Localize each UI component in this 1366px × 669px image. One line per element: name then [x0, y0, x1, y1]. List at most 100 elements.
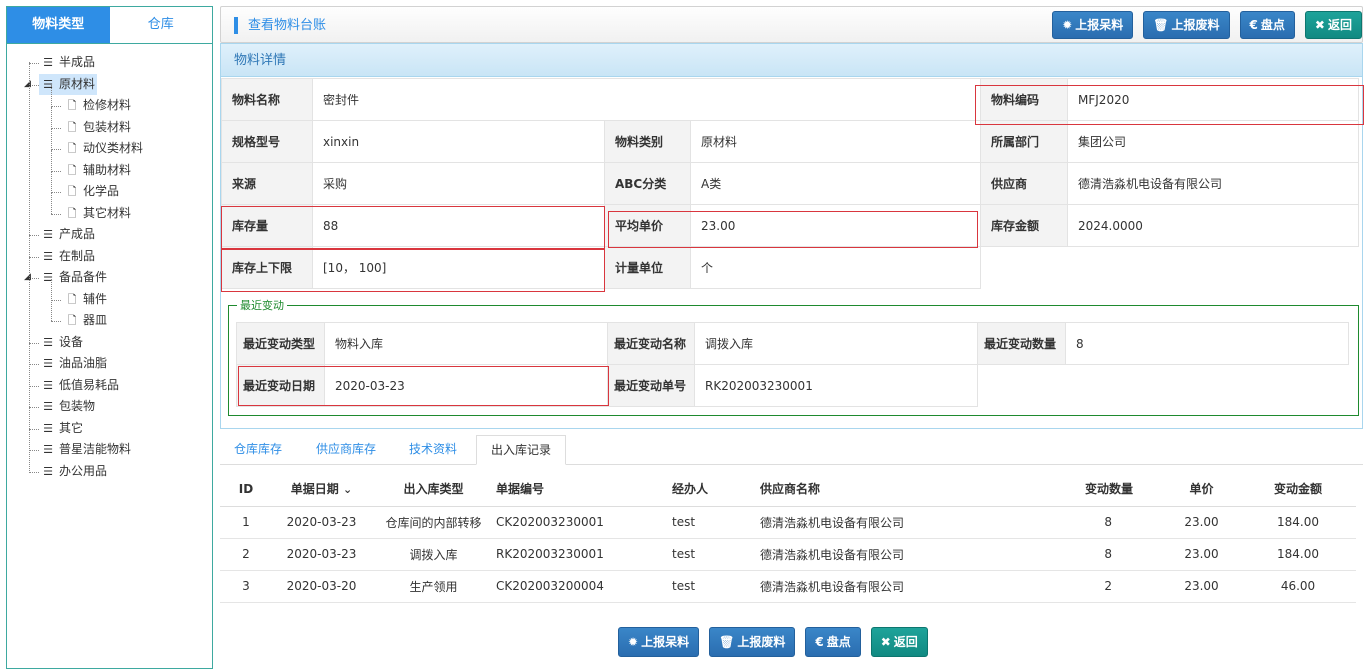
list-icon: ☰ [43, 77, 53, 91]
col-date[interactable]: 单据日期 ⌄ [272, 472, 371, 507]
tree-node[interactable]: ☰ 产成品 [7, 224, 212, 246]
table-cell: 23.00 [1163, 570, 1240, 603]
tree-node[interactable]: ◢ ☰ 原材料 [7, 73, 212, 96]
recent-qty-value: 8 [1065, 322, 1349, 365]
tree-leaf[interactable]: 🗋 化学品 [7, 171, 212, 203]
file-icon: 🗋 [67, 185, 77, 198]
back-button-bottom[interactable]: ✖ 返回 [870, 627, 928, 657]
table-cell: test [672, 538, 760, 571]
tree-node[interactable]: ☰ 在制品 [7, 246, 212, 268]
tree-leaf[interactable]: 🗋 器皿 [7, 300, 212, 332]
back-button[interactable]: ✖ 返回 [1304, 11, 1362, 39]
col-number[interactable]: 单据编号 [496, 472, 672, 507]
report-scrap-button-bottom[interactable]: 🗑 上报废料 [709, 627, 796, 657]
avg-price-value: 23.00 [689, 204, 982, 247]
recent-no-label: 最近变动单号 [607, 364, 695, 407]
page-toolbar: 查看物料台账 ✹ 上报呆料 🗑 上报废料 € 盘点 ✖ 返回 [220, 6, 1363, 43]
table-cell: 184.00 [1240, 506, 1356, 539]
page-title: 查看物料台账 [248, 18, 327, 33]
spec-value: xinxin [312, 120, 605, 163]
col-operator[interactable]: 经办人 [672, 472, 760, 507]
tree-leaf-label: 化学品 [83, 184, 120, 198]
tab-material-type[interactable]: 物料类型 [7, 7, 110, 43]
tree-node[interactable]: ☰ 设备 [7, 332, 212, 354]
tree-node[interactable]: ☰ 油品油脂 [7, 353, 212, 375]
tree-node[interactable]: ☰ 包装物 [7, 396, 212, 418]
table-cell: 2020-03-20 [272, 570, 371, 603]
tree-node[interactable]: ☰ 普星洁能物料 [7, 439, 212, 461]
tree-node-label: 油品油脂 [59, 356, 108, 370]
close-icon: ✖ [1314, 18, 1325, 32]
table-cell: 2 [220, 538, 272, 571]
tree-node-label: 普星洁能物料 [59, 442, 132, 456]
list-icon: ☰ [43, 56, 53, 69]
tree-node-label: 低值易耗品 [59, 377, 120, 392]
report-idle-button-bottom[interactable]: ✹ 上报呆料 [618, 627, 700, 657]
table-cell: 8 [1018, 506, 1163, 539]
report-idle-button[interactable]: ✹ 上报呆料 [1052, 11, 1134, 39]
table-row[interactable]: 1 2020-03-23 仓库间的内部转移 CK202003230001 test 德清浩… [220, 506, 1356, 539]
inventory-button[interactable]: € 盘点 [1239, 11, 1295, 39]
tree-node-label: 其它 [59, 420, 84, 435]
list-icon: ☰ [43, 464, 53, 478]
material-info-table: 物料名称 密封件 物料编码 MFJ2020 规格型号 xinxin 物料类别 原… [221, 78, 1360, 289]
table-row[interactable]: 2 2020-03-23 调拨入库 RK202003230001 test 德清浩淼机电设… [220, 538, 1356, 571]
table-cell: test [672, 506, 760, 539]
tree-node[interactable]: ◢ ☰ 备品备件 [7, 267, 212, 289]
col-qty[interactable]: 变动数量 [1018, 472, 1163, 507]
col-price[interactable]: 单价 [1163, 472, 1240, 507]
col-type[interactable]: 出入库类型 [371, 472, 496, 507]
euro-icon: € [815, 635, 824, 649]
col-supplier[interactable]: 供应商名称 [760, 472, 1018, 507]
name-value: 密封件 [311, 78, 982, 121]
material-tree: ☰ 半成品 ◢ ☰ 原材料 🗋 检修材料 🗋 包装材料 🗋 动仪类材料 🗋 辅助材料 🗋 化学品 🗋 其它材料 ☰… [7, 44, 212, 482]
recent-type-value: 物料入库 [324, 322, 608, 365]
list-icon: ☰ [43, 400, 53, 413]
col-amount[interactable]: 变动金额 [1240, 472, 1356, 507]
tree-node[interactable]: ☰ 其它 [7, 418, 212, 440]
tree-node[interactable]: ☰ 办公用品 [7, 461, 212, 483]
list-icon: ☰ [43, 357, 53, 370]
tree-leaf-label: 辅助材料 [83, 162, 132, 177]
inventory-button-bottom[interactable]: € 盘点 [805, 627, 861, 657]
tree-leaf-label: 动仪类材料 [83, 141, 144, 155]
table-cell: 23.00 [1163, 506, 1240, 539]
record-tabs: 仓库库存 供应商库存 技术资料 出入库记录 [220, 435, 1363, 465]
table-cell: 2 [1018, 570, 1163, 603]
stock-value: 88 [312, 204, 605, 247]
tree-leaf[interactable]: 🗋 检修材料 [7, 85, 212, 117]
tree-node[interactable]: ☰ 低值易耗品 [7, 375, 212, 397]
tab-tech-docs[interactable]: 技术资料 [395, 435, 471, 465]
limits-label: 库存上下限 [221, 246, 313, 289]
tree-leaf[interactable]: 🗋 其它材料 [7, 192, 212, 225]
tree-leaf[interactable]: 🗋 动仪类材料 [7, 128, 212, 160]
table-cell: 德清浩淼机电设备有限公司 [760, 538, 1018, 571]
list-icon: ☰ [43, 228, 53, 241]
tree-node[interactable]: ☰ 半成品 [7, 52, 212, 74]
tree-leaf[interactable]: 🗋 辅件 [7, 278, 212, 311]
tab-warehouse[interactable]: 仓库 [109, 7, 212, 43]
table-cell: test [672, 570, 760, 603]
tab-supplier-stock[interactable]: 供应商库存 [302, 435, 390, 465]
col-id[interactable]: ID [220, 472, 272, 507]
trash-icon: 🗑 [1153, 18, 1169, 32]
title-marker [234, 17, 238, 34]
table-cell: 8 [1018, 538, 1163, 571]
table-row[interactable]: 3 2020-03-20 生产领用 CK202003200004 test 德清浩淼机电设… [220, 570, 1356, 603]
report-scrap-button[interactable]: 🗑 上报废料 [1143, 11, 1230, 39]
tab-warehouse-stock[interactable]: 仓库库存 [220, 435, 296, 465]
category-value: 原材料 [689, 120, 982, 163]
list-icon: ☰ [43, 271, 53, 284]
table-cell: 2020-03-23 [272, 506, 371, 539]
gear-icon: ✹ [628, 635, 639, 649]
table-cell: 德清浩淼机电设备有限公司 [760, 570, 1018, 603]
code-value: MFJ2020 [1067, 78, 1360, 121]
table-cell: CK202003200004 [496, 570, 672, 603]
source-value: 采购 [312, 162, 605, 205]
gear-icon: ✹ [1062, 18, 1073, 32]
tree-leaf[interactable]: 🗋 辅助材料 [7, 149, 212, 182]
list-icon: ☰ [43, 249, 53, 263]
list-icon: ☰ [43, 443, 53, 456]
tab-inout-records[interactable]: 出入库记录 [476, 435, 567, 465]
tree-leaf[interactable]: 🗋 包装材料 [7, 106, 212, 139]
